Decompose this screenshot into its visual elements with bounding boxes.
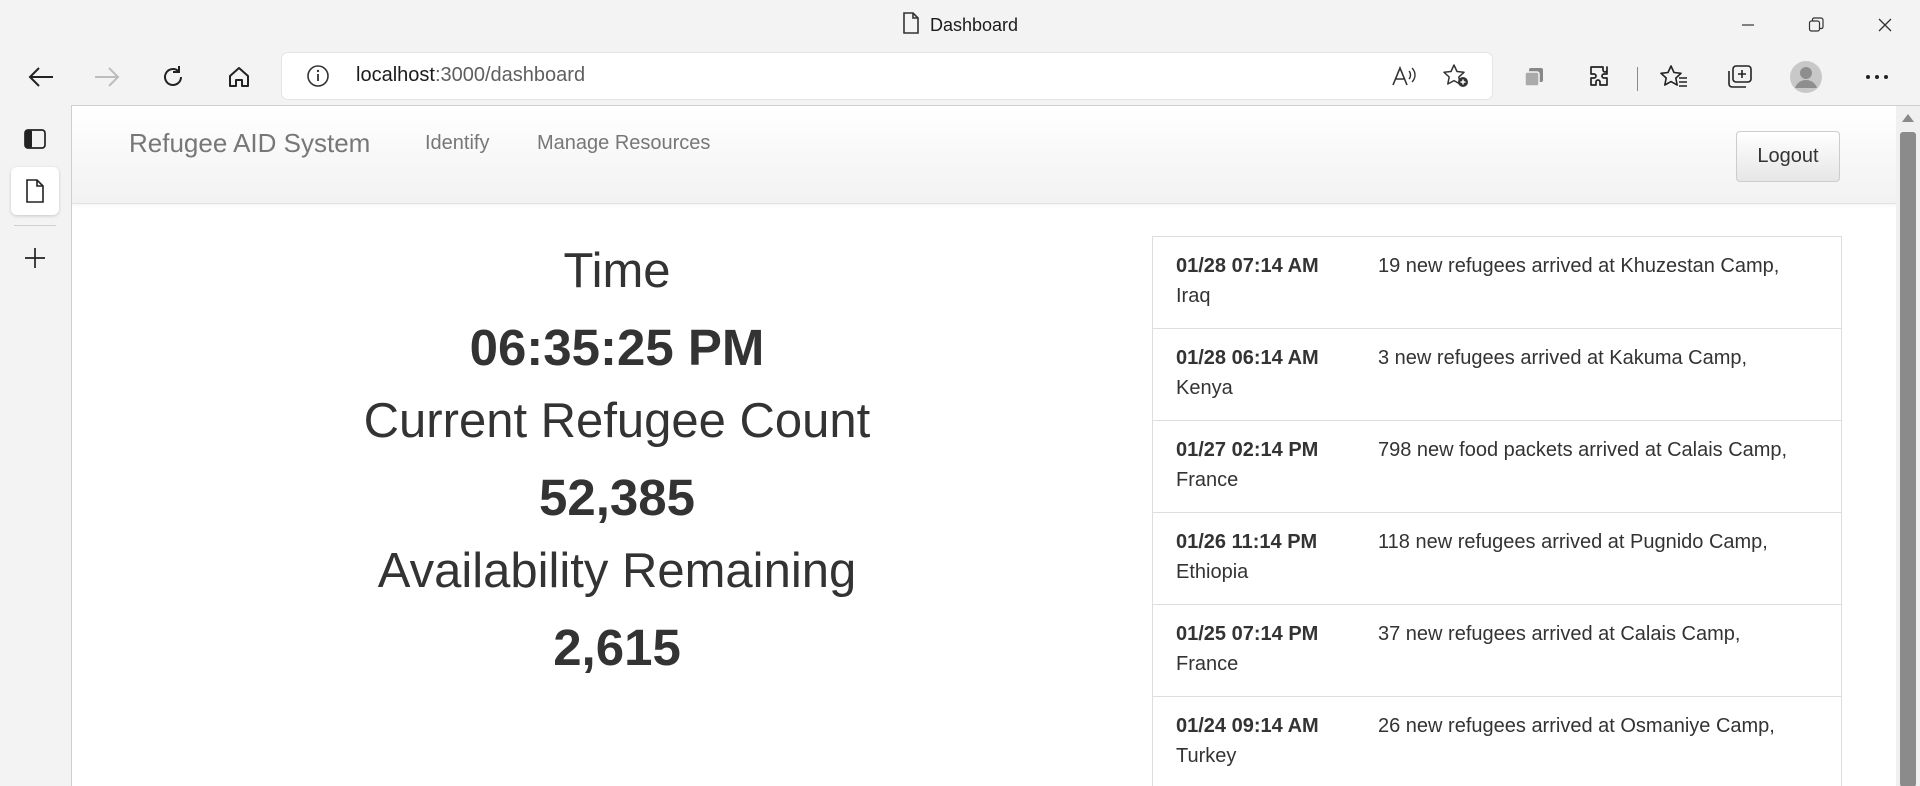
refresh-icon[interactable] (153, 59, 193, 95)
feed-timestamp: 01/25 07:14 PM (1176, 623, 1319, 645)
feed-location: Iraq (1176, 285, 1211, 307)
feed-message: 798 new food packets arrived at Calais C… (1378, 439, 1788, 461)
feed-timestamp: 01/27 02:14 PM (1176, 439, 1319, 461)
list-item: 01/26 11:14 PM 118 new refugees arrived a… (1153, 513, 1841, 605)
back-button[interactable] (21, 59, 61, 95)
vertical-scrollbar[interactable] (1896, 106, 1920, 786)
availability-value: 2,615 (553, 619, 681, 676)
read-aloud-icon[interactable] (1388, 61, 1420, 91)
toolbar-divider (1637, 67, 1638, 91)
list-item: 01/28 07:14 AM 19 new refugees arrived at… (1153, 237, 1841, 329)
url-host: localhost (356, 64, 435, 86)
new-tab-icon[interactable] (11, 234, 59, 282)
scroll-up-arrow-icon[interactable] (1902, 114, 1914, 122)
feed-message: 26 new refugees arrived at Osmaniye Camp… (1378, 715, 1775, 737)
tab-actions-icon[interactable] (11, 115, 59, 163)
list-item: 01/24 09:14 AM 26 new refugees arrived at… (1153, 697, 1841, 786)
list-item: 01/25 07:14 PM 37 new refugees arrived at… (1153, 605, 1841, 697)
browser-title-bar: Dashboard (0, 0, 1920, 50)
tab-dashboard[interactable] (11, 167, 59, 215)
refugee-count-value: 52,385 (539, 469, 695, 526)
tab-title: Dashboard (929, 15, 1019, 35)
restore-button[interactable] (1796, 10, 1836, 40)
feed-location: France (1176, 469, 1239, 491)
feed-timestamp: 01/26 11:14 PM (1176, 531, 1318, 553)
availability-label: Availability Remaining (377, 544, 857, 598)
collections-stack-icon[interactable] (1515, 59, 1555, 95)
list-item: 01/27 02:14 PM 798 new food packets arriv… (1153, 421, 1841, 513)
browser-toolbar: localhost:3000/dashboard (0, 50, 1920, 105)
activity-feed: 01/28 07:14 AM 19 new refugees arrived at… (1152, 236, 1842, 786)
site-info-icon[interactable] (306, 64, 330, 93)
feed-location: France (1176, 653, 1239, 675)
url-path: :3000/dashboard (434, 64, 586, 86)
collections-icon[interactable] (1720, 59, 1760, 95)
page-icon (902, 12, 920, 39)
feed-location: Ethiopia (1176, 561, 1249, 583)
more-options-icon[interactable] (1857, 59, 1897, 95)
time-value: 06:35:25 PM (469, 319, 765, 376)
feed-timestamp: 01/28 07:14 AM (1176, 255, 1319, 277)
add-favorite-icon[interactable] (1440, 61, 1472, 91)
logout-button[interactable]: Logout (1736, 131, 1840, 182)
feed-message: 3 new refugees arrived at Kakuma Camp, (1378, 347, 1748, 369)
feed-message: 118 new refugees arrived at Pugnido Camp… (1378, 531, 1768, 553)
list-item: 01/28 06:14 AM 3 new refugees arrived at … (1153, 329, 1841, 421)
scrollbar-thumb[interactable] (1900, 132, 1916, 786)
feed-message: 19 new refugees arrived at Khuzestan Cam… (1378, 255, 1780, 277)
page-viewport: Refugee AID System Identify Manage Resou… (71, 105, 1920, 786)
forward-button[interactable] (87, 59, 127, 95)
window-title: Dashboard (0, 12, 1920, 39)
stats-panel: Time 06:35:25 PM Current Refugee Count 5… (72, 106, 1162, 786)
feed-location: Kenya (1176, 377, 1233, 399)
home-icon[interactable] (219, 59, 259, 95)
feed-location: Turkey (1176, 745, 1237, 767)
feed-timestamp: 01/24 09:14 AM (1176, 715, 1319, 737)
vertical-tab-strip (0, 105, 71, 786)
close-button[interactable] (1865, 10, 1905, 40)
feed-message: 37 new refugees arrived at Calais Camp, (1378, 623, 1741, 645)
feed-timestamp: 01/28 06:14 AM (1176, 347, 1319, 369)
extensions-icon[interactable] (1581, 59, 1621, 95)
refugee-count-label: Current Refugee Count (363, 394, 871, 448)
time-label: Time (563, 244, 671, 298)
tab-divider (14, 225, 56, 226)
url-text[interactable]: localhost:3000/dashboard (356, 64, 585, 87)
address-bar[interactable]: localhost:3000/dashboard (282, 53, 1492, 99)
profile-avatar[interactable] (1786, 59, 1826, 95)
favorites-icon[interactable] (1654, 59, 1694, 95)
minimize-button[interactable] (1728, 10, 1768, 40)
